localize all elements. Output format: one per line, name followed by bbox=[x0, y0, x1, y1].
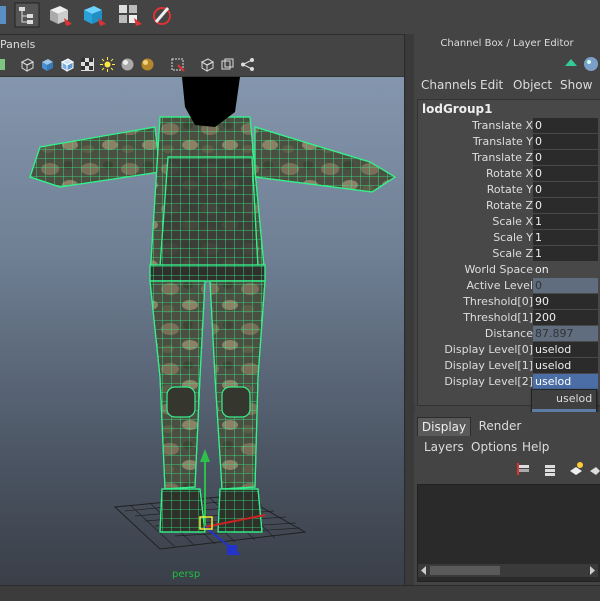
channel-value[interactable]: uselod bbox=[533, 358, 598, 373]
viewport-3d[interactable]: 0 bbox=[0, 77, 404, 585]
options-menu[interactable]: Options bbox=[471, 440, 517, 454]
texture-checker-icon[interactable] bbox=[80, 57, 95, 72]
channel-row-display-level-0[interactable]: Display Level[0] uselod bbox=[418, 342, 600, 358]
channel-value-selected[interactable]: uselod bbox=[533, 374, 598, 389]
paint-tool-icon[interactable] bbox=[150, 2, 176, 28]
dropdown-option-uselod[interactable]: uselod bbox=[532, 390, 596, 408]
channel-row-rotate-x[interactable]: Rotate X0 bbox=[418, 166, 600, 182]
axis-icon bbox=[565, 59, 577, 66]
lighting-icon[interactable] bbox=[100, 57, 115, 72]
channel-value[interactable]: 0 bbox=[533, 198, 598, 213]
channel-value[interactable]: 200 bbox=[533, 310, 598, 325]
channel-row-display-level-2[interactable]: Display Level[2] uselod bbox=[418, 374, 600, 390]
cube-color-icon[interactable] bbox=[80, 2, 106, 28]
channel-value[interactable]: 0 bbox=[533, 182, 598, 197]
material-sphere-icon[interactable] bbox=[140, 57, 155, 72]
channel-box-menu: Channels Edit Object Show bbox=[414, 78, 600, 96]
share-nodes-icon[interactable] bbox=[240, 57, 255, 72]
channel-row-scale-z[interactable]: Scale Z1 bbox=[418, 246, 600, 262]
channel-list: lodGroup1 Translate X0 Translate Y0 Tran… bbox=[417, 99, 600, 406]
channel-row-active-level[interactable]: Active Level 0 bbox=[418, 278, 600, 294]
xray-joints-icon[interactable] bbox=[220, 57, 235, 72]
channel-value[interactable]: 87.897 bbox=[533, 326, 598, 341]
xray-cube-icon[interactable] bbox=[200, 57, 215, 72]
channel-row-world-space[interactable]: World Space on bbox=[418, 262, 600, 278]
channel-value[interactable]: 0 bbox=[533, 166, 598, 181]
shadow-sphere-icon[interactable] bbox=[120, 57, 135, 72]
tab-display[interactable]: Display bbox=[417, 417, 471, 436]
shaded-cube-icon[interactable] bbox=[40, 57, 55, 72]
new-layer-icon[interactable] bbox=[542, 461, 558, 477]
channel-row-threshold-1[interactable]: Threshold[1] 200 bbox=[418, 310, 600, 326]
wireframe-cube-icon[interactable] bbox=[20, 57, 35, 72]
channel-row-threshold-0[interactable]: Threshold[0] 90 bbox=[418, 294, 600, 310]
panels-menu[interactable]: Panels bbox=[0, 38, 35, 51]
edit-menu[interactable]: Edit bbox=[480, 78, 503, 92]
channel-value[interactable]: 0 bbox=[533, 134, 598, 149]
multi-cube-icon[interactable] bbox=[116, 2, 142, 28]
channel-box-header-icons[interactable] bbox=[562, 54, 598, 74]
channel-value[interactable]: 1 bbox=[533, 230, 598, 245]
layer-extra-icon[interactable] bbox=[588, 461, 600, 477]
viewport-menubar: Panels bbox=[0, 36, 404, 54]
soldier-model-wireframe[interactable]: 0 bbox=[0, 77, 404, 585]
channel-value[interactable]: 90 bbox=[533, 294, 598, 309]
channel-box: Channel Box / Layer Editor Channels Edit… bbox=[414, 34, 600, 406]
channel-row-rotate-y[interactable]: Rotate Y0 bbox=[418, 182, 600, 198]
channel-value[interactable]: on bbox=[533, 262, 598, 277]
isolate-select-icon[interactable] bbox=[170, 57, 185, 72]
channels-menu[interactable]: Channels bbox=[421, 78, 477, 92]
help-menu[interactable]: Help bbox=[522, 440, 549, 454]
panel-icon-partial[interactable] bbox=[0, 57, 15, 72]
channel-row-translate-x[interactable]: Translate X0 bbox=[418, 118, 600, 134]
object-name[interactable]: lodGroup1 bbox=[422, 102, 492, 116]
main-toolbar bbox=[0, 0, 600, 35]
hierarchy-icon[interactable] bbox=[14, 2, 40, 28]
channel-value[interactable]: 1 bbox=[533, 246, 598, 261]
layer-editor: Display Render Layers Options Help bbox=[414, 412, 600, 585]
channel-value[interactable]: 0 bbox=[533, 278, 598, 293]
channel-value[interactable]: uselod bbox=[533, 342, 598, 357]
channel-value[interactable]: 1 bbox=[533, 214, 598, 229]
object-menu[interactable]: Object bbox=[513, 78, 552, 92]
channel-row-display-level-1[interactable]: Display Level[1] uselod bbox=[418, 358, 600, 374]
status-strip bbox=[0, 585, 600, 601]
create-layer-icon[interactable] bbox=[568, 461, 584, 477]
cube-select-icon[interactable] bbox=[46, 2, 72, 28]
channel-box-title: Channel Box / Layer Editor bbox=[440, 38, 574, 49]
hud-text-partial: 0 bbox=[0, 77, 6, 80]
channel-row-scale-y[interactable]: Scale Y1 bbox=[418, 230, 600, 246]
wireframe-shaded-icon[interactable] bbox=[60, 57, 75, 72]
channel-row-translate-y[interactable]: Translate Y0 bbox=[418, 134, 600, 150]
horizontal-scrollbar[interactable] bbox=[418, 564, 598, 577]
new-layer-from-selection-icon[interactable] bbox=[516, 461, 532, 477]
ground-grid bbox=[113, 494, 307, 550]
show-menu[interactable]: Show bbox=[560, 78, 592, 92]
layers-menu[interactable]: Layers bbox=[424, 440, 464, 454]
channel-row-rotate-z[interactable]: Rotate Z0 bbox=[418, 198, 600, 214]
channel-value[interactable]: 0 bbox=[533, 118, 598, 133]
channel-row-translate-z[interactable]: Translate Z0 bbox=[418, 150, 600, 166]
camera-label: persp bbox=[172, 569, 200, 580]
channel-row-distance[interactable]: Distance 87.897 bbox=[418, 326, 600, 342]
layer-editor-menu: Layers Options Help bbox=[414, 440, 600, 456]
channel-value[interactable]: 0 bbox=[533, 150, 598, 165]
globe-icon bbox=[584, 57, 598, 71]
viewport-iconbar bbox=[0, 54, 404, 77]
tab-render[interactable]: Render bbox=[472, 417, 528, 435]
channel-row-scale-x[interactable]: Scale X1 bbox=[418, 214, 600, 230]
